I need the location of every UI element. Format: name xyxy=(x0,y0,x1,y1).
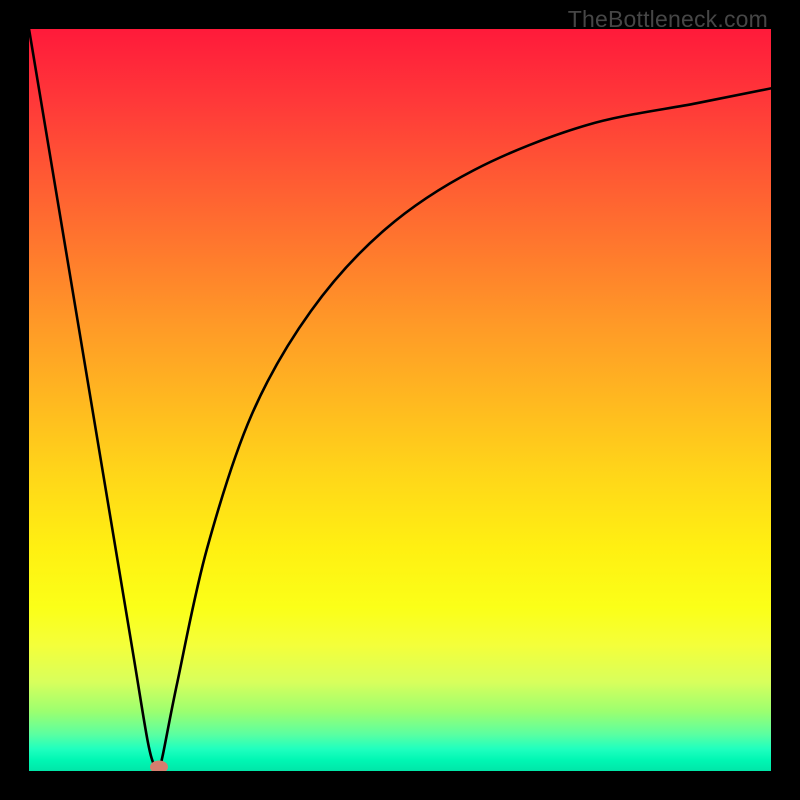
plot-area xyxy=(29,29,771,771)
watermark-text: TheBottleneck.com xyxy=(568,6,768,33)
optimal-point-marker xyxy=(150,760,168,771)
bottleneck-curve xyxy=(29,29,771,771)
chart-frame: TheBottleneck.com xyxy=(0,0,800,800)
